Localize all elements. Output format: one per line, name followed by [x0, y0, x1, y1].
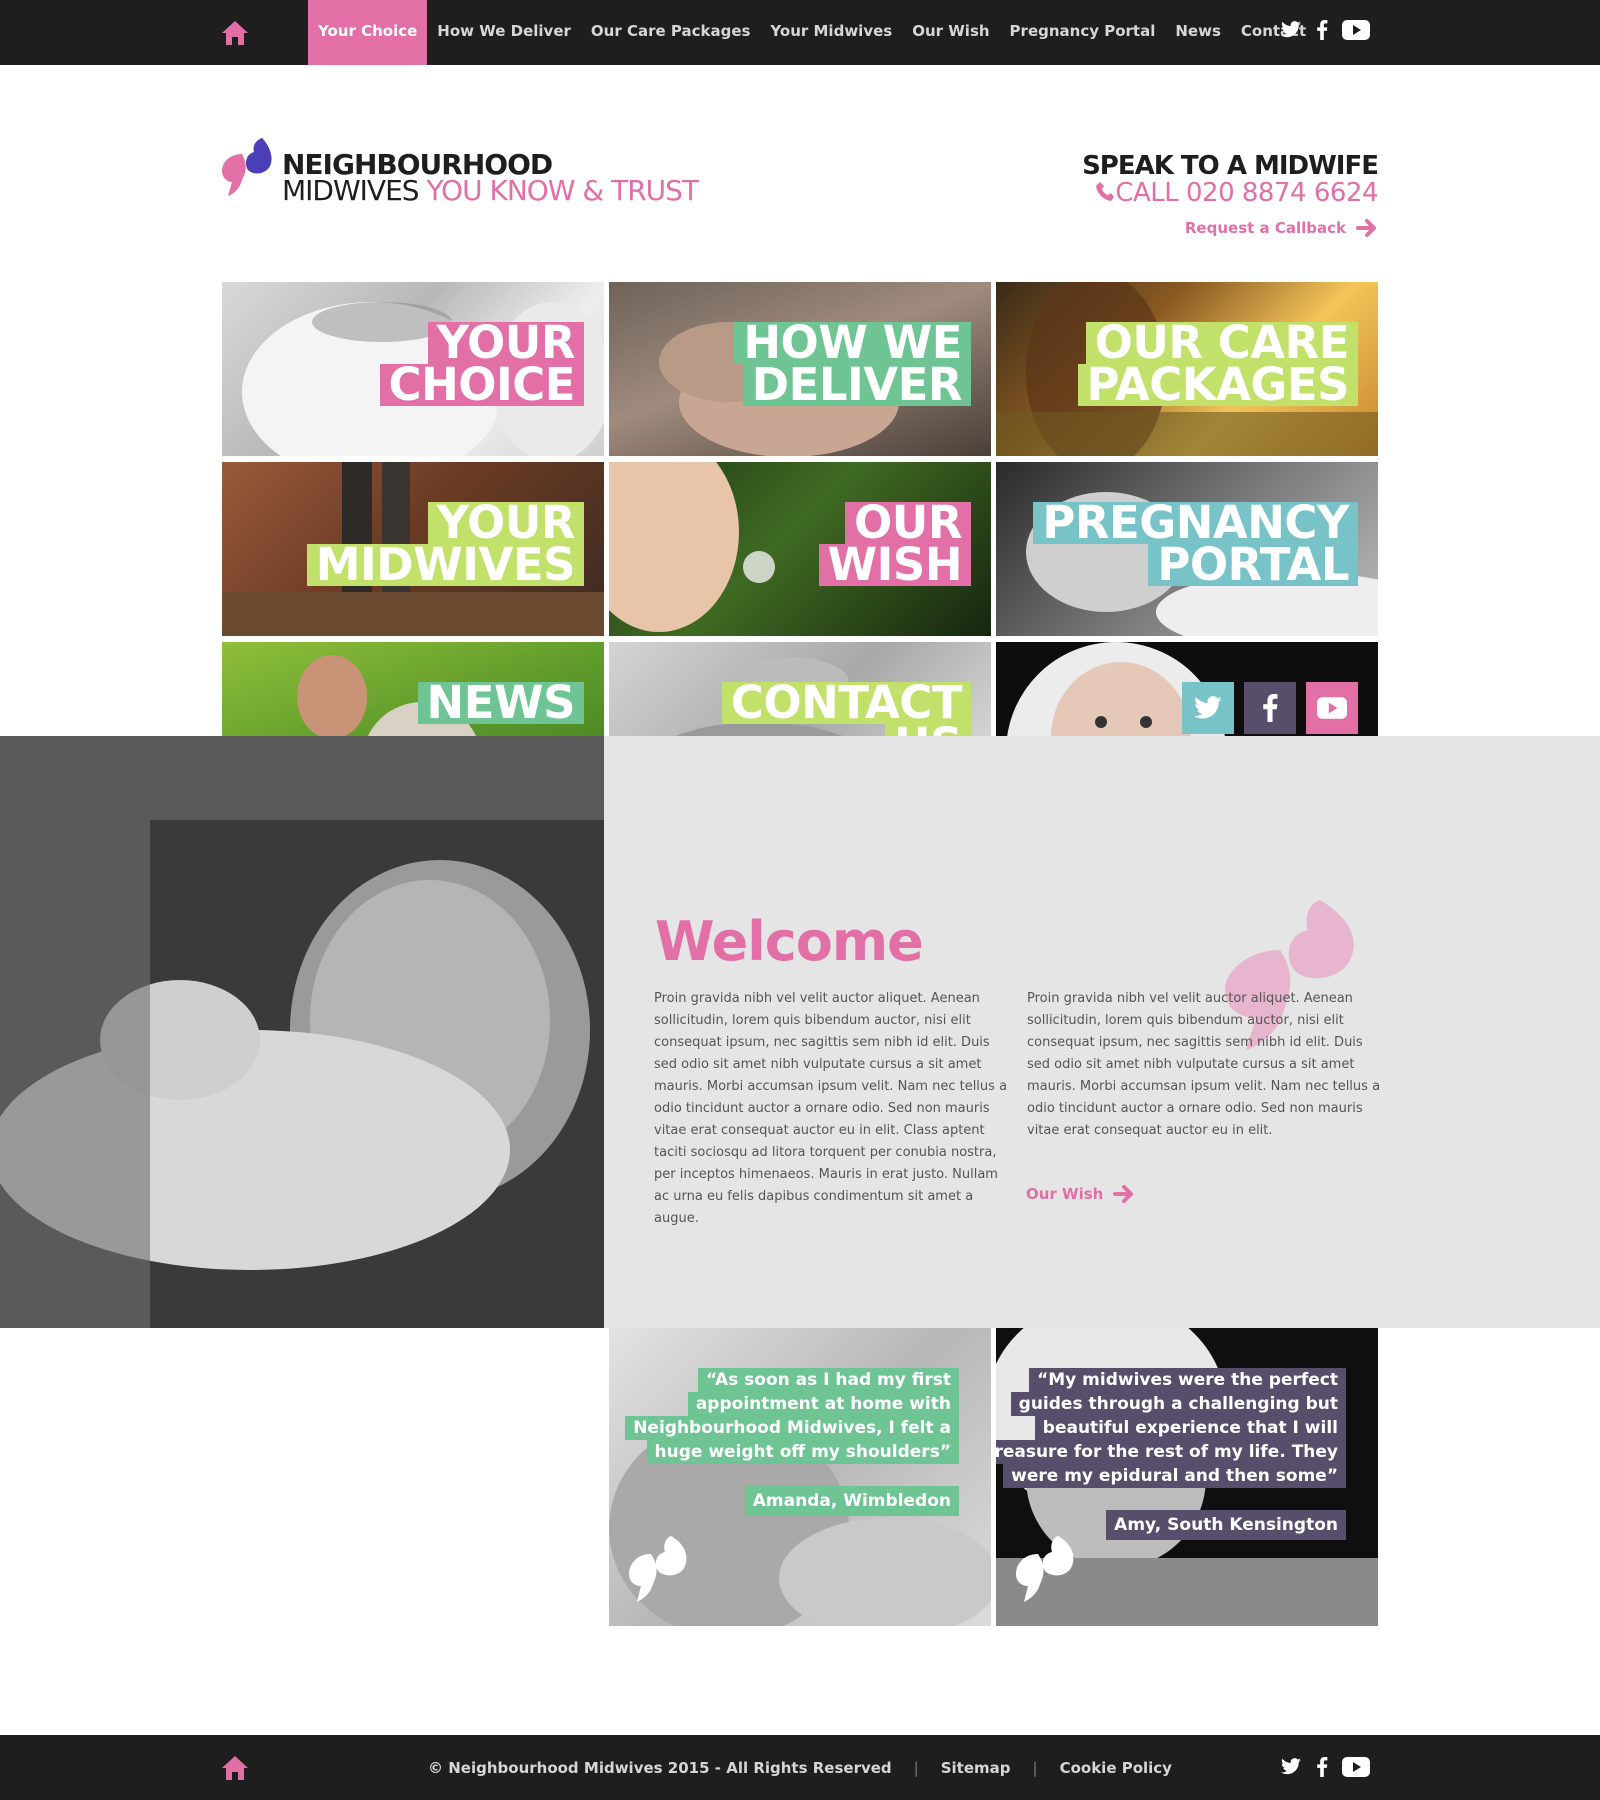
- top-social-links: [1280, 20, 1370, 40]
- quote-line: guides through a challenging but: [1010, 1392, 1346, 1416]
- twitter-icon: [1194, 695, 1222, 718]
- quote-line: treasure for the rest of my life. They: [996, 1440, 1346, 1464]
- tile-your-choice[interactable]: YOUR CHOICE: [222, 282, 604, 456]
- facebook-icon[interactable]: [1316, 20, 1328, 40]
- tile-label: YOUR MIDWIVES: [306, 500, 584, 587]
- twitter-icon[interactable]: [1280, 21, 1302, 39]
- tile-social-links: [1182, 682, 1358, 734]
- request-callback-link[interactable]: Request a Callback: [1185, 218, 1378, 238]
- nav-pregnancy-portal[interactable]: Pregnancy Portal: [1000, 0, 1166, 65]
- quote-line: huge weight off my shoulders”: [646, 1440, 959, 1464]
- welcome-title: Welcome: [655, 910, 924, 973]
- callback-label: Request a Callback: [1184, 219, 1346, 237]
- footer-separator: |: [1032, 1758, 1038, 1777]
- photo-newborn-held: [0, 820, 604, 1328]
- youtube-icon[interactable]: [1342, 20, 1370, 40]
- welcome-text-col2: Proin gravida nibh vel velit auctor aliq…: [1027, 991, 1381, 1138]
- quote-line: Neighbourhood Midwives, I felt a: [625, 1416, 959, 1440]
- top-nav-bar: Your Choice How We Deliver Our Care Pack…: [0, 0, 1600, 65]
- speak-title: SPEAK TO A MIDWIFE: [1082, 151, 1379, 181]
- tile-pregnancy-portal[interactable]: PREGNANCY PORTAL: [996, 462, 1378, 636]
- nav-how-we-deliver[interactable]: How We Deliver: [427, 0, 581, 65]
- facebook-icon: [1263, 694, 1278, 722]
- tile-our-care-packages[interactable]: OUR CARE PACKAGES: [996, 282, 1378, 456]
- arrow-right-icon: [1356, 219, 1376, 237]
- twitter-icon[interactable]: [1280, 1758, 1302, 1776]
- footer-separator: |: [913, 1758, 919, 1777]
- twitter-button[interactable]: [1182, 682, 1234, 734]
- tile-your-midwives[interactable]: YOUR MIDWIVES: [222, 462, 604, 636]
- quote-mark-icon: [629, 1536, 687, 1602]
- tile-label: OUR CARE PACKAGES: [1077, 320, 1358, 407]
- nav-your-midwives[interactable]: Your Midwives: [760, 0, 902, 65]
- testimonial-quote: “As soon as I had my first appointment a…: [625, 1368, 959, 1464]
- tile-label: PREGNANCY PORTAL: [1033, 500, 1358, 587]
- youtube-icon: [1317, 697, 1347, 719]
- tile-how-we-deliver[interactable]: HOW WE DELIVER: [609, 282, 991, 456]
- tile-label: OUR WISH: [818, 500, 971, 587]
- arrow-right-icon: [1113, 1185, 1134, 1203]
- logo-line-2-dark: MIDWIVES: [282, 174, 420, 207]
- call-text: CALL 020 8874 6624: [1115, 178, 1378, 208]
- tile-line: MIDWIVES: [306, 542, 584, 587]
- quote-line: “As soon as I had my first: [697, 1368, 959, 1392]
- welcome-photo: [0, 736, 604, 1328]
- tile-label: NEWS: [417, 680, 584, 725]
- tile-line: CHOICE: [379, 362, 584, 407]
- youtube-icon[interactable]: [1342, 1757, 1370, 1777]
- call-number[interactable]: CALL 020 8874 6624: [1082, 180, 1378, 206]
- testimonial-author: Amanda, Wimbledon: [744, 1486, 959, 1516]
- main-nav: Your Choice How We Deliver Our Care Pack…: [308, 0, 1316, 65]
- welcome-text-col1: Proin gravida nibh vel velit auctor aliq…: [654, 991, 1008, 1226]
- contact-block: SPEAK TO A MIDWIFE CALL 020 8874 6624: [1082, 151, 1379, 206]
- tile-label: HOW WE DELIVER: [734, 320, 971, 407]
- nav-our-wish[interactable]: Our Wish: [902, 0, 999, 65]
- quote-line: were my epidural and then some”: [1003, 1464, 1346, 1488]
- footer-social-links: [1280, 1757, 1370, 1777]
- tile-our-wish[interactable]: OUR WISH: [609, 462, 991, 636]
- our-wish-link[interactable]: Our Wish: [1026, 1184, 1135, 1204]
- nav-news[interactable]: News: [1165, 0, 1231, 65]
- phone-icon: [1096, 182, 1115, 201]
- nav-our-care-packages[interactable]: Our Care Packages: [581, 0, 761, 65]
- nav-your-choice[interactable]: Your Choice: [308, 0, 428, 65]
- sitemap-link[interactable]: Sitemap: [941, 1759, 1011, 1777]
- logo-tagline: YOU KNOW & TRUST: [426, 174, 699, 207]
- quote-mark-icon: [1016, 1536, 1074, 1602]
- testimonial-quote: “My midwives were the perfect guides thr…: [996, 1368, 1346, 1488]
- cookie-policy-link[interactable]: Cookie Policy: [1060, 1759, 1172, 1777]
- logo-line-2: MIDWIVES YOU KNOW & TRUST: [282, 174, 699, 207]
- our-wish-label: Our Wish: [1026, 1185, 1104, 1203]
- facebook-icon[interactable]: [1316, 1757, 1328, 1777]
- testimonial-card-2: “My midwives were the perfect guides thr…: [996, 1328, 1378, 1626]
- footer: © Neighbourhood Midwives 2015 - All Righ…: [0, 1735, 1600, 1800]
- tile-line: PACKAGES: [1077, 362, 1358, 407]
- tile-line: NEWS: [417, 680, 584, 725]
- tile-label: YOUR CHOICE: [379, 320, 584, 407]
- tile-line: DELIVER: [742, 362, 971, 407]
- home-icon[interactable]: [220, 18, 250, 48]
- quote-line: appointment at home with: [687, 1392, 959, 1416]
- testimonial-card-1: “As soon as I had my first appointment a…: [609, 1328, 991, 1626]
- tile-line: WISH: [818, 542, 971, 587]
- testimonial-author: Amy, South Kensington: [1106, 1510, 1346, 1540]
- facebook-button[interactable]: [1244, 682, 1296, 734]
- site-logo[interactable]: NEIGHBOURHOOD MIDWIVES YOU KNOW & TRUST: [220, 138, 700, 208]
- youtube-button[interactable]: [1306, 682, 1358, 734]
- tile-line: PORTAL: [1148, 542, 1358, 587]
- logo-quote-icon: [222, 138, 272, 196]
- copyright-text: © Neighbourhood Midwives 2015 - All Righ…: [428, 1758, 892, 1777]
- quote-line: beautiful experience that I will: [1034, 1416, 1346, 1440]
- quote-line: “My midwives were the perfect: [1029, 1368, 1346, 1392]
